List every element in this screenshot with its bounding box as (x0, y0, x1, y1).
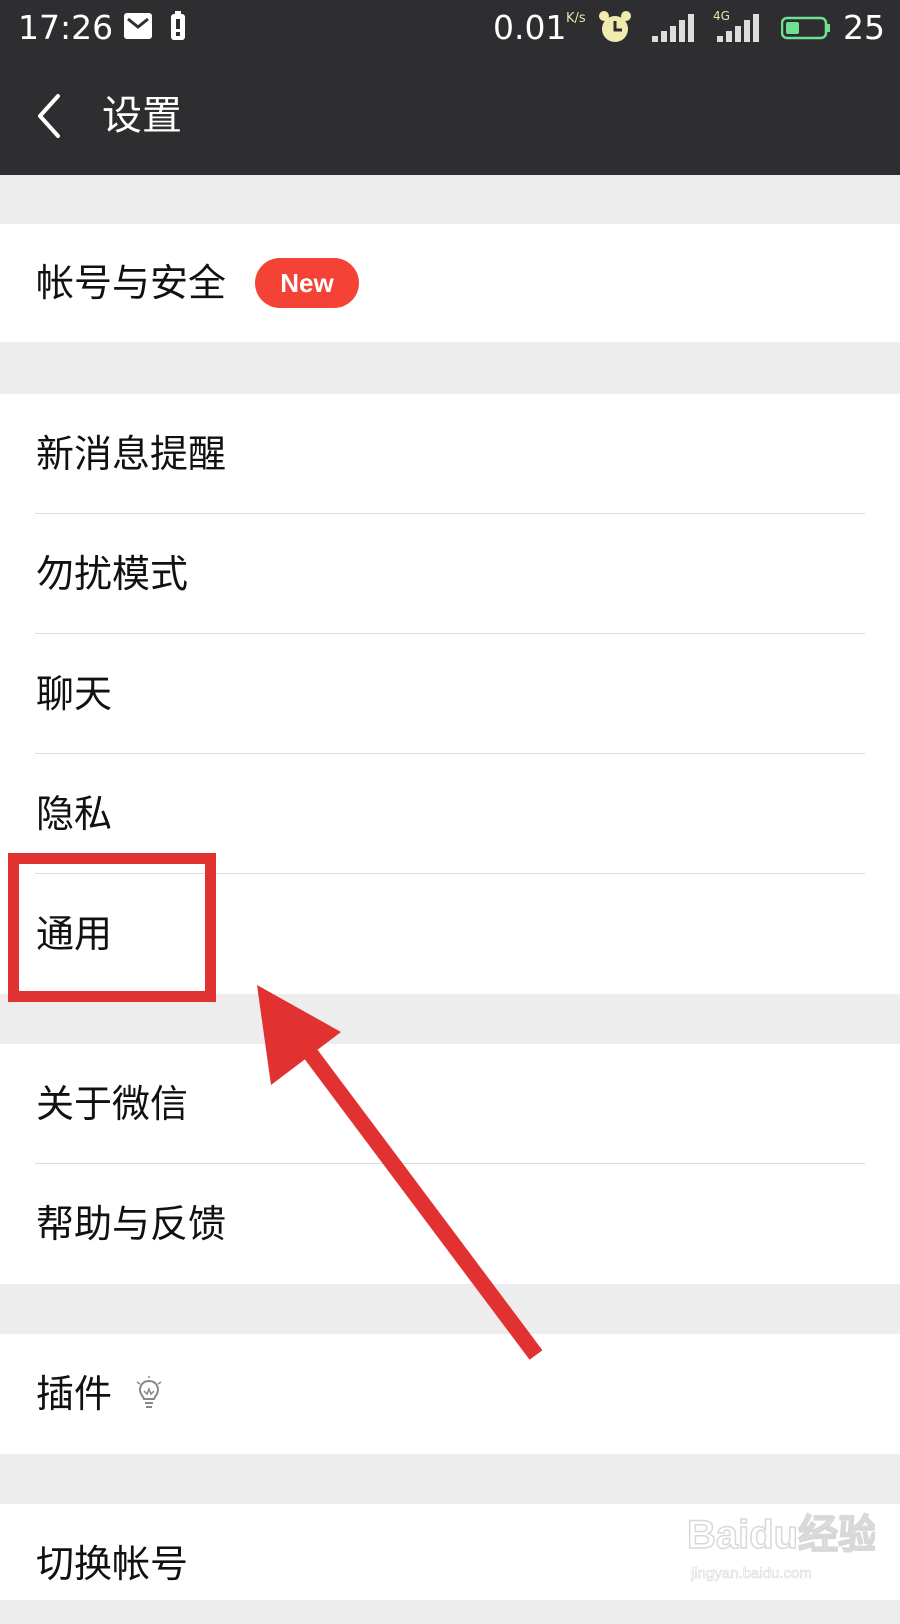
phone-battery-icon (171, 11, 185, 40)
new-message-alerts-label: 新消息提醒 (36, 432, 227, 476)
plugins-item[interactable]: 插件 (0, 1334, 900, 1454)
plugins-label: 插件 (36, 1372, 113, 1416)
page-title: 设置 (102, 93, 182, 139)
account-security-label: 帐号与安全 (36, 261, 227, 305)
help-feedback-label: 帮助与反馈 (36, 1202, 227, 1246)
settings-group-about: 关于微信 帮助与反馈 (0, 1044, 900, 1284)
highlight-box (8, 853, 216, 1002)
mail-notification-icon (124, 13, 152, 39)
battery-percent: 25 (843, 8, 885, 47)
mobile-signal-icon (717, 14, 759, 42)
chevron-left-icon[interactable] (34, 92, 64, 140)
battery-icon (781, 16, 830, 40)
chat-label: 聊天 (36, 672, 113, 716)
settings-group-plugins: 插件 (0, 1334, 900, 1454)
help-feedback-item[interactable]: 帮助与反馈 (0, 1164, 900, 1284)
nav-bar: 设置 (0, 56, 900, 175)
network-speed: 0.01 (493, 8, 567, 47)
new-badge: New (255, 258, 359, 308)
network-speed-unit: K/s (566, 11, 586, 26)
do-not-disturb-label: 勿扰模式 (36, 552, 189, 596)
chat-item[interactable]: 聊天 (0, 634, 900, 754)
switch-account-label: 切换帐号 (36, 1542, 189, 1586)
account-security-item[interactable]: 帐号与安全 New (0, 224, 900, 342)
status-time: 17:26 (18, 8, 114, 47)
new-message-alerts-item[interactable]: 新消息提醒 (0, 394, 900, 514)
baidu-jingyan-watermark: Baidu经验 jingyan.baidu.com (686, 1512, 875, 1582)
about-wechat-item[interactable]: 关于微信 (0, 1044, 900, 1164)
do-not-disturb-item[interactable]: 勿扰模式 (0, 514, 900, 634)
svg-text:jingyan.baidu.com: jingyan.baidu.com (690, 1565, 812, 1582)
alarm-clock-icon (599, 11, 631, 42)
svg-text:Baidu经验: Baidu经验 (687, 1513, 875, 1557)
signal-strength-icon (652, 14, 694, 42)
lightbulb-icon (136, 1376, 162, 1408)
status-bar: 17:26 0.01 K/s 4G 25 (0, 0, 900, 56)
settings-group-account: 帐号与安全 New (0, 224, 900, 342)
about-wechat-label: 关于微信 (36, 1082, 189, 1126)
